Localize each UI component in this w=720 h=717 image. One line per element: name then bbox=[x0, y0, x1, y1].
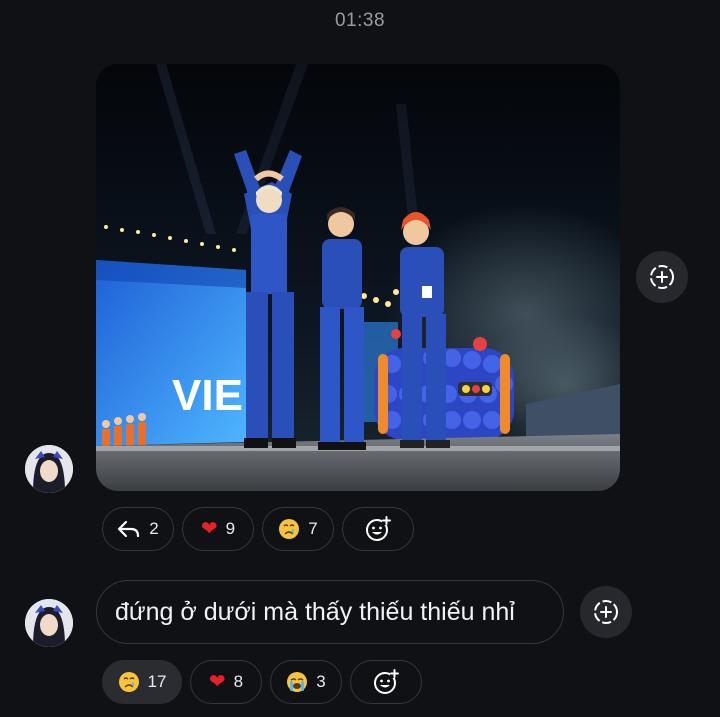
reaction-loudly-crying[interactable]: 3 bbox=[270, 660, 342, 704]
add-reaction-icon bbox=[365, 516, 391, 542]
sender-avatar[interactable] bbox=[25, 599, 73, 647]
screen-sign-text: VIE bbox=[172, 371, 243, 420]
reaction-count: 7 bbox=[308, 519, 318, 538]
dashed-plus-circle-icon bbox=[650, 265, 674, 289]
crying-face-icon bbox=[278, 518, 300, 540]
add-to-collection-button[interactable] bbox=[580, 586, 632, 638]
red-heart-icon: ❤ bbox=[208, 671, 226, 693]
loudly-crying-face-icon bbox=[286, 671, 308, 693]
add-reaction-button[interactable] bbox=[350, 660, 422, 704]
add-reaction-icon bbox=[373, 669, 399, 695]
reaction-crying[interactable]: 17 bbox=[102, 660, 182, 704]
reply-count: 2 bbox=[149, 519, 159, 538]
dashed-plus-circle-icon bbox=[594, 600, 618, 624]
reaction-count: 3 bbox=[316, 672, 326, 691]
concert-photo[interactable]: VIE bbox=[96, 64, 620, 491]
reply-count-pill[interactable]: 2 bbox=[102, 507, 174, 551]
reaction-count: 9 bbox=[225, 519, 236, 538]
add-reaction-button[interactable] bbox=[342, 507, 414, 551]
crying-face-icon bbox=[118, 671, 140, 693]
reaction-heart[interactable]: ❤ 8 bbox=[190, 660, 262, 704]
reaction-heart[interactable]: ❤ 9 bbox=[182, 507, 254, 551]
message-bubble[interactable]: đứng ở dưới mà thấy thiếu thiếu nhỉ bbox=[96, 580, 564, 644]
reaction-crying[interactable]: 7 bbox=[262, 507, 334, 551]
message-text: đứng ở dưới mà thấy thiếu thiếu nhỉ bbox=[115, 597, 515, 626]
red-heart-icon: ❤ bbox=[200, 518, 218, 540]
photo-reactions: 2 ❤ 9 7 bbox=[102, 507, 414, 551]
reaction-count: 8 bbox=[233, 672, 244, 691]
timestamp: 01:38 bbox=[334, 10, 386, 31]
reply-icon bbox=[117, 519, 141, 539]
reaction-count: 17 bbox=[147, 672, 167, 691]
sender-avatar[interactable] bbox=[25, 445, 73, 493]
text-reactions: 17 ❤ 8 3 bbox=[102, 660, 422, 704]
add-to-collection-button[interactable] bbox=[636, 251, 688, 303]
